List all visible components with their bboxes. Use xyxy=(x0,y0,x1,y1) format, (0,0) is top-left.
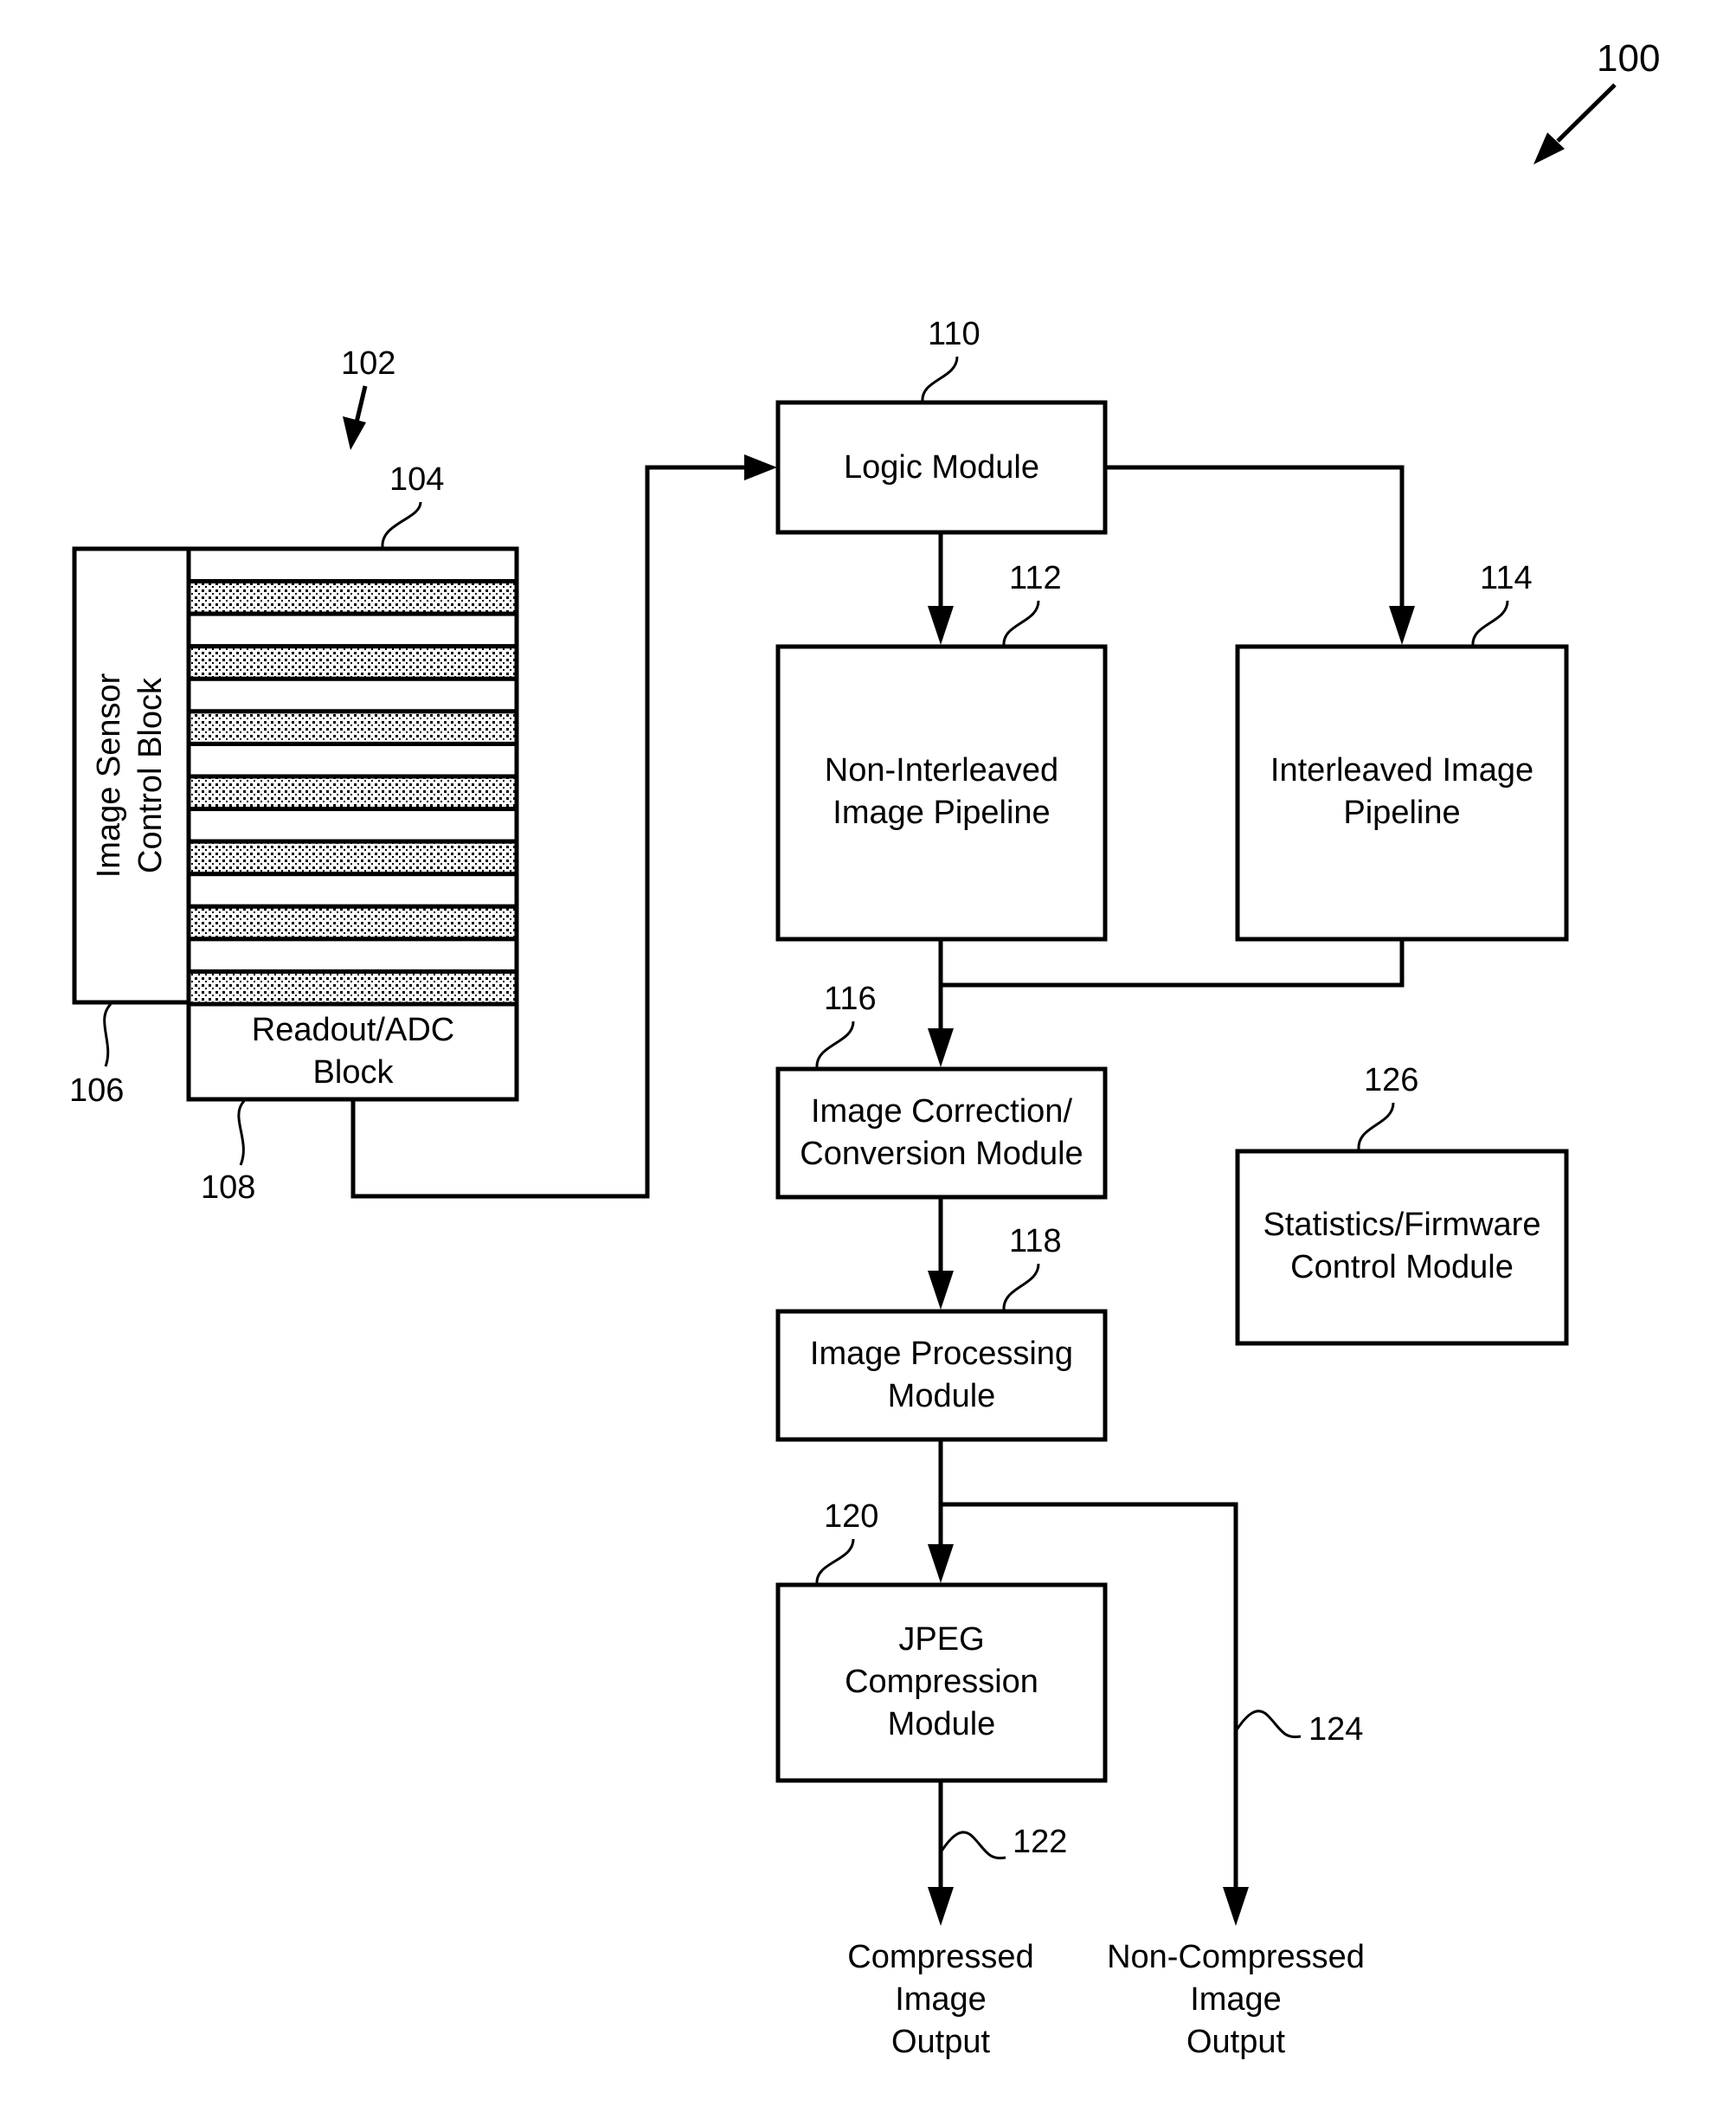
interleaved-pipeline-ref-label: 114 xyxy=(1480,560,1533,596)
noncompressed-output-ref-label: 124 xyxy=(1308,1711,1363,1748)
stats-module xyxy=(1235,1149,1569,1346)
stats-module-label-line1: Statistics/Firmware xyxy=(1263,1207,1541,1243)
processing-module xyxy=(775,1309,1108,1442)
jpeg-module-ref-leader xyxy=(815,1538,855,1585)
compressed-output-arrowhead xyxy=(928,1887,954,1926)
non-interleaved-pipeline xyxy=(775,644,1108,942)
non-interleaved-pipeline-label-line2: Image Pipeline xyxy=(833,795,1050,831)
correction-module xyxy=(775,1066,1108,1200)
pixel-row-clear xyxy=(186,741,519,779)
svg-text:Control Block: Control Block xyxy=(132,677,169,873)
jpeg-module-label-line1: JPEG xyxy=(898,1621,984,1658)
non-interleaved-pipeline-label-line1: Non-Interleaved xyxy=(825,752,1058,789)
compressed-output-ref-label: 122 xyxy=(1013,1824,1067,1860)
figure-ref-label: 100 xyxy=(1597,37,1660,80)
pixel-row-stippled xyxy=(186,709,519,746)
pixel-row-stippled xyxy=(186,579,519,616)
non-interleaved-pipeline-ref-label: 112 xyxy=(1009,560,1062,596)
non-interleaved-pipeline-ref-leader xyxy=(1002,600,1040,647)
logic-module-label: Logic Module xyxy=(844,449,1039,486)
svg-text:Image Sensor: Image Sensor xyxy=(91,673,127,878)
noninterleaved-input-arrowhead xyxy=(928,606,954,645)
pixel-array-ref-label: 104 xyxy=(389,461,444,498)
readout-block-ref-leader xyxy=(237,1099,246,1166)
pixel-array xyxy=(186,546,519,1007)
jpeg-input-arrowhead xyxy=(928,1544,954,1583)
control-block-ref-label: 106 xyxy=(69,1072,124,1109)
interleaved-input-arrowhead xyxy=(1389,606,1415,645)
control-block-ref-leader xyxy=(103,1002,113,1067)
logic-input-arrowhead xyxy=(744,454,777,480)
noncompressed-output-label-line2: Image xyxy=(1190,1981,1282,2018)
sensor-assembly-ref-label: 102 xyxy=(341,345,395,382)
interleaved-pipeline-label-line1: Interleaved Image xyxy=(1270,752,1533,789)
sensor-assembly-ref-arrow xyxy=(343,385,368,450)
noncompressed-output-arrowhead xyxy=(1223,1887,1249,1926)
compressed-output-label-line2: Image xyxy=(895,1981,987,2018)
interleaved-pipeline xyxy=(1235,644,1569,942)
noncompressed-output-ref-leader xyxy=(1234,1710,1302,1739)
jpeg-module-label-line3: Module xyxy=(888,1706,996,1742)
pixel-row-stippled xyxy=(186,969,519,1007)
correction-input-arrowhead xyxy=(928,1028,954,1067)
figure-ref-arrow xyxy=(1533,83,1617,164)
correction-module-ref-leader xyxy=(815,1021,855,1069)
processing-module-label-line1: Image Processing xyxy=(810,1336,1073,1372)
logic-module-ref-label: 110 xyxy=(928,316,981,352)
noncompressed-output-label-line3: Output xyxy=(1186,2024,1286,2060)
processing-module-label-line2: Module xyxy=(888,1378,996,1414)
pixel-row-clear xyxy=(186,937,519,974)
compressed-output-label-line3: Output xyxy=(891,2024,991,2060)
readout-block-ref-label: 108 xyxy=(201,1169,255,1206)
pixel-row-stippled xyxy=(186,839,519,877)
pixel-row-stippled xyxy=(186,644,519,681)
processing-module-ref-label: 118 xyxy=(1009,1223,1062,1259)
pixel-row-clear xyxy=(186,807,519,844)
logic-module-ref-leader xyxy=(921,356,959,402)
correction-module-label-line2: Conversion Module xyxy=(800,1136,1083,1172)
pixel-row-clear xyxy=(186,872,519,909)
jpeg-module-label-line2: Compression xyxy=(845,1664,1038,1700)
pixel-row-stippled xyxy=(186,904,519,942)
interleaved-pipeline-label-line2: Pipeline xyxy=(1343,795,1460,831)
processing-input-arrowhead xyxy=(928,1271,954,1310)
interleaved-to-merge-wire xyxy=(941,939,1405,988)
readout-block-label-line2: Block xyxy=(313,1054,395,1091)
block-diagram: 100 102 Image Sensor Control Block Reado… xyxy=(69,37,1660,2060)
processing-module-ref-leader xyxy=(1002,1263,1040,1311)
compressed-output-ref-leader xyxy=(939,1831,1006,1860)
compressed-output-label-line1: Compressed xyxy=(847,1939,1033,1975)
correction-module-label-line1: Image Correction/ xyxy=(811,1093,1072,1130)
pixel-row-stippled xyxy=(186,774,519,812)
readout-block-label-line1: Readout/ADC xyxy=(252,1012,454,1048)
interleaved-pipeline-ref-leader xyxy=(1471,600,1509,647)
pixel-row-clear xyxy=(186,676,519,714)
stats-module-ref-leader xyxy=(1357,1102,1395,1150)
pixel-row-clear xyxy=(186,611,519,649)
pixel-row-clear xyxy=(186,546,519,584)
pixel-array-ref-leader xyxy=(381,501,422,548)
stats-module-label-line2: Control Module xyxy=(1290,1249,1514,1285)
jpeg-module-ref-label: 120 xyxy=(824,1498,878,1535)
noncompressed-output-label-line1: Non-Compressed xyxy=(1107,1939,1365,1975)
stats-module-ref-label: 126 xyxy=(1364,1062,1418,1098)
logic-to-interleaved-wire xyxy=(1105,465,1405,606)
correction-module-ref-label: 116 xyxy=(824,981,877,1017)
